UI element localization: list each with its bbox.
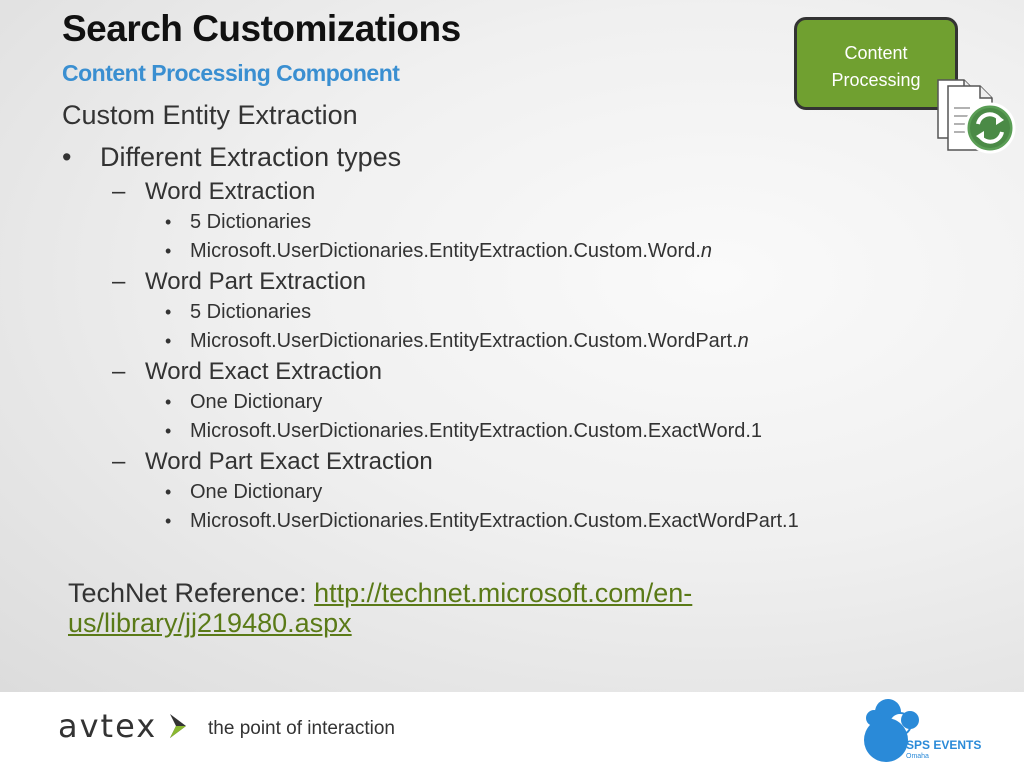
dot-icon: • — [165, 331, 172, 351]
dot-icon: • — [165, 421, 172, 441]
dash-icon: – — [112, 178, 126, 205]
footer-tagline: the point of interaction — [208, 718, 395, 739]
dash-icon: – — [112, 268, 126, 295]
document-refresh-icon — [937, 79, 1016, 154]
content-heading: Custom Entity Extraction — [62, 100, 358, 130]
section-word-part-exact-extraction: – Word Part Exact Extraction — [62, 446, 902, 478]
section-title: Word Part Exact Extraction — [145, 448, 433, 475]
section-word-exact-extraction: – Word Exact Extraction — [62, 356, 902, 388]
list-item-suffix: n — [737, 330, 749, 352]
list-item-text: One Dictionary — [190, 481, 323, 503]
section-title: Word Exact Extraction — [145, 358, 382, 385]
sps-events-logo: SPS EVENTS Omaha — [864, 699, 981, 762]
dot-icon: • — [165, 482, 172, 502]
list-item: • One Dictionary — [62, 478, 902, 507]
bullet-text: Different Extraction types — [100, 142, 402, 172]
reference-label: TechNet Reference: — [68, 578, 315, 608]
section-word-extraction: – Word Extraction — [62, 176, 902, 208]
list-item-text: Microsoft.UserDictionaries.EntityExtract… — [190, 510, 799, 532]
chevron-accent-icon — [170, 726, 186, 738]
dot-icon: • — [165, 212, 172, 232]
list-item-text: Microsoft.UserDictionaries.EntityExtract… — [190, 240, 701, 262]
list-item: • 5 Dictionaries — [62, 208, 902, 237]
avtex-logo-text: avtex — [58, 707, 157, 745]
slide-content: Custom Entity Extraction • Different Ext… — [62, 98, 902, 536]
badge-line-1: Content — [844, 43, 908, 63]
badge-line-2: Processing — [831, 70, 921, 90]
list-item: • Microsoft.UserDictionaries.EntityExtra… — [62, 417, 902, 446]
dot-icon: • — [165, 302, 172, 322]
dash-icon: – — [112, 358, 126, 385]
list-item: • One Dictionary — [62, 388, 902, 417]
list-item-text: 5 Dictionaries — [190, 211, 312, 233]
refresh-icon — [964, 102, 1016, 154]
section-word-part-extraction: – Word Part Extraction — [62, 266, 902, 298]
list-item: • Microsoft.UserDictionaries.EntityExtra… — [62, 327, 902, 356]
slide: Search Customizations Content Processing… — [0, 0, 1024, 692]
list-item-text: Microsoft.UserDictionaries.EntityExtract… — [190, 420, 763, 442]
slide-subtitle: Content Processing Component — [62, 60, 400, 86]
avtex-logo: avtex — [58, 707, 186, 745]
section-title: Word Part Extraction — [145, 268, 366, 295]
list-item-text: One Dictionary — [190, 391, 323, 413]
list-item-text: 5 Dictionaries — [190, 301, 312, 323]
list-item-text: Microsoft.UserDictionaries.EntityExtract… — [190, 330, 738, 352]
dot-icon: • — [165, 511, 172, 531]
bullet-item: • Different Extraction types — [62, 138, 902, 176]
dot-icon: • — [165, 392, 172, 412]
list-item: • Microsoft.UserDictionaries.EntityExtra… — [62, 237, 902, 266]
list-item-suffix: n — [700, 240, 713, 262]
list-item: • Microsoft.UserDictionaries.EntityExtra… — [62, 507, 902, 536]
list-item: • 5 Dictionaries — [62, 298, 902, 327]
slide-title: Search Customizations — [62, 8, 461, 49]
sps-logo-title: SPS EVENTS — [906, 738, 981, 752]
technet-reference: TechNet Reference: http://technet.micros… — [68, 578, 788, 638]
bullet-icon: • — [62, 142, 72, 172]
sps-logo-city: Omaha — [906, 753, 929, 760]
dash-icon: – — [112, 448, 126, 475]
section-title: Word Extraction — [145, 178, 316, 205]
footer: avtex the point of interaction SPS EVENT… — [0, 692, 1024, 768]
dot-icon: • — [165, 241, 172, 261]
